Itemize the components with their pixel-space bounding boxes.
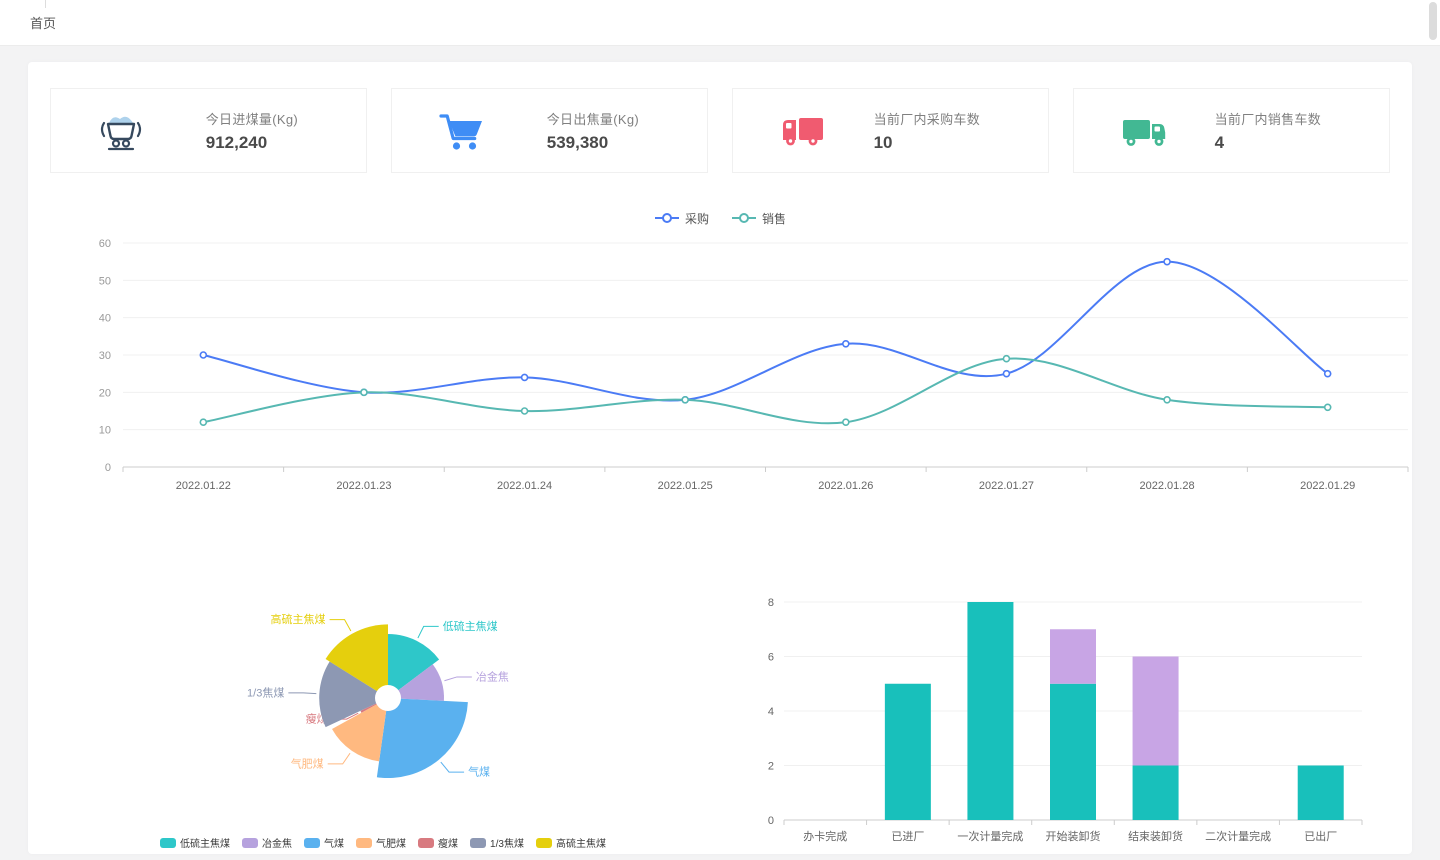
svg-text:办卡完成: 办卡完成 (803, 829, 847, 843)
line-series-销售 (200, 356, 1330, 425)
bar-一次计量完成[interactable] (967, 602, 1013, 820)
svg-text:8: 8 (768, 597, 774, 609)
svg-text:2022.01.29: 2022.01.29 (1300, 480, 1355, 492)
stat-value: 539,380 (547, 133, 639, 153)
svg-text:20: 20 (99, 387, 111, 399)
svg-text:1/3焦煤: 1/3焦煤 (247, 686, 284, 699)
stat-value: 4 (1215, 133, 1321, 153)
legend-swatch (242, 838, 258, 848)
svg-text:2022.01.25: 2022.01.25 (658, 480, 713, 492)
stat-value: 10 (874, 133, 980, 153)
svg-text:2022.01.23: 2022.01.23 (336, 480, 391, 492)
svg-text:2022.01.28: 2022.01.28 (1140, 480, 1195, 492)
svg-text:0: 0 (768, 815, 774, 827)
pie-legend-item-冶金焦[interactable]: 冶金焦 (242, 835, 292, 850)
svg-text:冶金焦: 冶金焦 (476, 669, 509, 683)
svg-text:50: 50 (99, 275, 111, 287)
legend-label: 气煤 (324, 835, 344, 850)
line-legend-marker (731, 213, 757, 223)
stat-cards-row: 今日进煤量(Kg) 912,240 今日出焦量(Kg) 539,380 (48, 88, 1392, 173)
svg-text:低硫主焦煤: 低硫主焦煤 (443, 619, 498, 633)
svg-text:2: 2 (768, 761, 774, 773)
legend-swatch (536, 838, 552, 848)
legend-label: 高硫主焦煤 (556, 835, 606, 850)
svg-text:6: 6 (768, 652, 774, 664)
pie-legend-item-1/3焦煤[interactable]: 1/3焦煤 (470, 835, 524, 850)
svg-text:2022.01.26: 2022.01.26 (818, 480, 873, 492)
pie-legend-item-瘦煤[interactable]: 瘦煤 (418, 835, 458, 850)
legend-item-采购[interactable]: 采购 (654, 210, 709, 227)
rose-pie-chart: 低硫主焦煤冶金焦气煤气肥煤瘦煤1/3焦煤高硫主焦煤 低硫主焦煤冶金焦气煤气肥煤瘦… (58, 580, 708, 853)
line-legend-marker (654, 213, 680, 223)
bottom-charts-row: 低硫主焦煤冶金焦气煤气肥煤瘦煤1/3焦煤高硫主焦煤 低硫主焦煤冶金焦气煤气肥煤瘦… (48, 580, 1392, 853)
line-chart: 0 10 20 30 40 50 60 2022.01.22 2022.01.23 2022.01… (48, 229, 1392, 534)
stat-card-coke-out: 今日出焦量(Kg) 539,380 (391, 88, 708, 173)
legend-swatch (160, 838, 176, 848)
svg-text:结束装卸货: 结束装卸货 (1128, 829, 1183, 843)
stat-value: 912,240 (206, 133, 298, 153)
legend-label: 1/3焦煤 (490, 835, 524, 850)
stat-label: 当前厂内销售车数 (1215, 109, 1321, 128)
svg-text:2022.01.24: 2022.01.24 (497, 480, 552, 492)
line-chart-legend: 采购 销售 (48, 209, 1392, 227)
legend-label: 瘦煤 (438, 835, 458, 850)
legend-swatch (304, 838, 320, 848)
legend-swatch (418, 838, 434, 848)
legend-label: 低硫主焦煤 (180, 835, 230, 850)
stat-label: 今日出焦量(Kg) (547, 109, 639, 128)
shopping-cart-icon (436, 110, 488, 152)
bar-已出厂[interactable] (1298, 766, 1344, 821)
legend-label: 冶金焦 (262, 835, 292, 850)
bar-已进厂[interactable] (885, 684, 931, 820)
legend-label: 采购 (685, 210, 709, 227)
svg-text:高硫主焦煤: 高硫主焦煤 (271, 612, 326, 626)
legend-item-销售[interactable]: 销售 (731, 210, 786, 227)
svg-text:60: 60 (99, 238, 111, 250)
pie-legend-item-高硫主焦煤[interactable]: 高硫主焦煤 (536, 835, 606, 850)
svg-text:一次计量完成: 一次计量完成 (957, 829, 1023, 843)
legend-label: 销售 (762, 210, 786, 227)
svg-text:二次计量完成: 二次计量完成 (1205, 829, 1271, 843)
top-bar: 首页 (0, 0, 1440, 46)
stat-card-purchase-trucks: 当前厂内采购车数 10 (732, 88, 1049, 173)
svg-text:气煤: 气煤 (468, 765, 490, 779)
svg-text:2022.01.27: 2022.01.27 (979, 480, 1034, 492)
svg-text:气肥煤: 气肥煤 (291, 756, 324, 770)
svg-text:10: 10 (99, 425, 111, 437)
bar-开始装卸货[interactable] (1050, 684, 1096, 820)
truck-red-icon (777, 111, 829, 151)
bar-结束装卸货[interactable] (1133, 657, 1179, 766)
bar-chart: 0 2 4 6 8 办卡完成 已进厂 一次计量完成 开始装卸货 结束装卸货 二次计量完成 已出厂 (742, 580, 1382, 853)
truck-green-icon (1118, 111, 1170, 151)
minecart-icon (95, 110, 147, 152)
svg-text:30: 30 (99, 350, 111, 362)
stat-card-sales-trucks: 当前厂内销售车数 4 (1073, 88, 1390, 173)
stat-label: 今日进煤量(Kg) (206, 109, 298, 128)
pie-legend-item-气肥煤[interactable]: 气肥煤 (356, 835, 406, 850)
svg-text:开始装卸货: 开始装卸货 (1046, 829, 1101, 843)
legend-swatch (356, 838, 372, 848)
pie-chart-legend: 低硫主焦煤 冶金焦 气煤 气肥煤 瘦煤 1/3焦煤 高硫主焦煤 (58, 835, 708, 850)
svg-text:40: 40 (99, 313, 111, 325)
svg-text:0: 0 (105, 462, 111, 474)
bar-结束装卸货[interactable] (1133, 766, 1179, 821)
bar-开始装卸货[interactable] (1050, 629, 1096, 684)
legend-swatch (470, 838, 486, 848)
stat-card-coal-in: 今日进煤量(Kg) 912,240 (50, 88, 367, 173)
pie-slice-气煤[interactable]: 气煤 (377, 698, 490, 779)
svg-text:4: 4 (768, 706, 774, 718)
svg-text:2022.01.22: 2022.01.22 (176, 480, 231, 492)
scrollbar-thumb[interactable] (1429, 2, 1437, 40)
stat-label: 当前厂内采购车数 (874, 109, 980, 128)
svg-text:已出厂: 已出厂 (1304, 829, 1337, 843)
legend-label: 气肥煤 (376, 835, 406, 850)
pie-legend-item-低硫主焦煤[interactable]: 低硫主焦煤 (160, 835, 230, 850)
breadcrumb[interactable]: 首页 (30, 13, 56, 32)
main-panel: 今日进煤量(Kg) 912,240 今日出焦量(Kg) 539,380 (28, 62, 1412, 854)
svg-text:已进厂: 已进厂 (891, 830, 924, 843)
pie-legend-item-气煤[interactable]: 气煤 (304, 835, 344, 850)
